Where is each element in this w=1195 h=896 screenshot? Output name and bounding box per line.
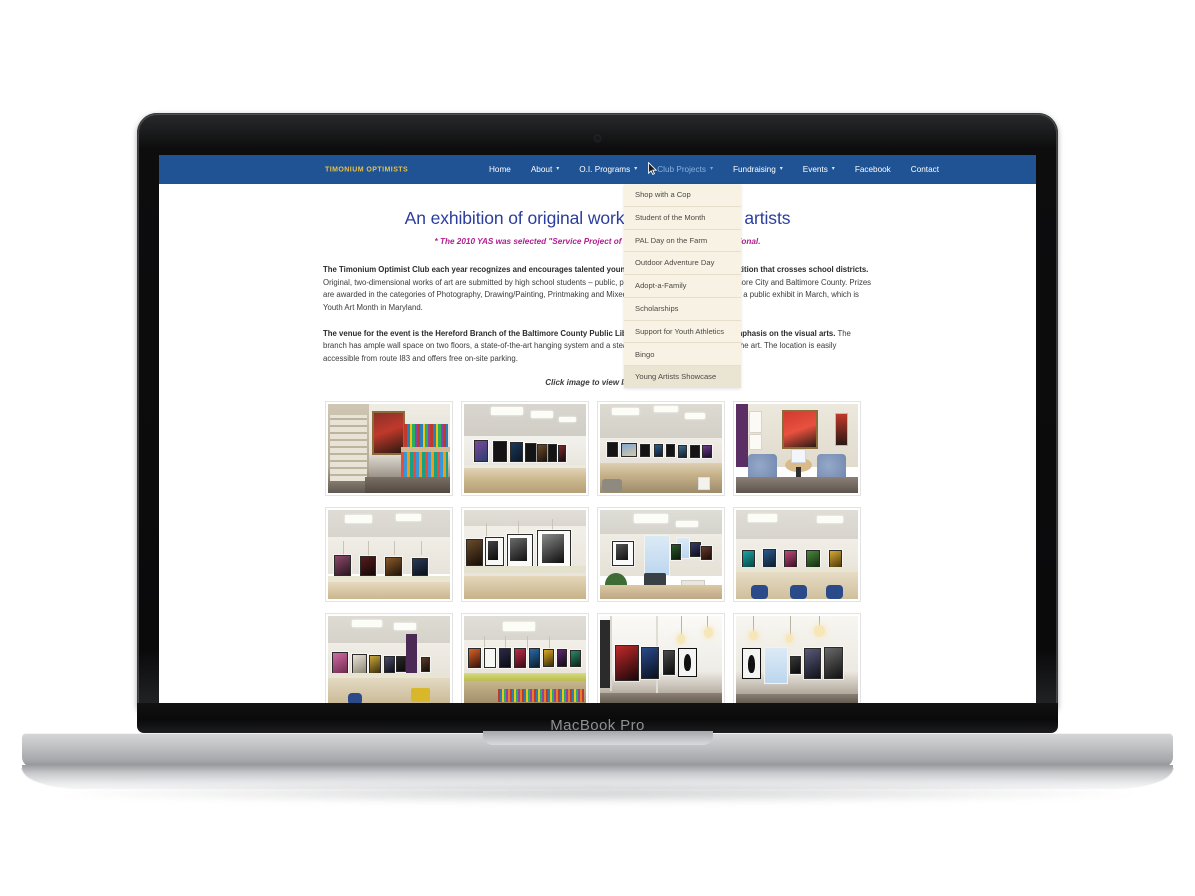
nav-item-label: Events xyxy=(802,165,828,174)
gallery-thumbnail[interactable] xyxy=(733,507,861,603)
camera-dot-icon xyxy=(595,136,600,141)
gallery-photo-thumb-7 xyxy=(600,510,722,600)
macbook-pro-mockup: TIMONIUM OPTIMISTS Home About ▾ O.I. Progra… xyxy=(0,0,1195,896)
gallery-photo-thumb-3 xyxy=(600,404,722,494)
gallery-photo-thumb-10 xyxy=(464,616,586,703)
paragraph-1-lead: The Timonium Optimist Club each year rec… xyxy=(323,265,869,274)
chevron-down-icon: ▾ xyxy=(556,165,560,172)
nav-item-home[interactable]: Home xyxy=(479,155,521,184)
nav-item-label: Contact xyxy=(910,165,939,174)
chevron-down-icon: ▾ xyxy=(831,165,835,172)
chevron-down-icon: ▾ xyxy=(634,165,638,172)
nav-item-fundraising[interactable]: Fundraising ▾ xyxy=(723,155,793,184)
gallery-thumbnail[interactable] xyxy=(325,401,453,497)
paragraph-1: The Timonium Optimist Club each year rec… xyxy=(323,264,872,315)
gallery-thumbnail[interactable] xyxy=(597,507,725,603)
paragraph-2: The venue for the event is the Hereford … xyxy=(323,328,872,366)
nav-item-contact[interactable]: Contact xyxy=(901,155,949,184)
primary-navigation: Home About ▾ O.I. Programs ▾ Club Projects ▾ Fu… xyxy=(479,155,949,184)
gallery-photo-thumb-6 xyxy=(464,510,586,600)
gallery-photo-thumb-5 xyxy=(328,510,450,600)
dropdown-item-scholarships[interactable]: Scholarships xyxy=(624,298,741,321)
page-subtitle-note: * The 2010 YAS was selected "Service Pro… xyxy=(434,237,761,246)
page-title: An exhibition of original work by high s… xyxy=(404,208,791,228)
nav-item-facebook[interactable]: Facebook xyxy=(845,155,901,184)
gallery-photo-thumb-12 xyxy=(736,616,858,703)
dropdown-item-support-for-youth-athletics[interactable]: Support for Youth Athletics xyxy=(624,321,741,344)
site-logo[interactable]: TIMONIUM OPTIMISTS xyxy=(325,166,408,173)
gallery-photo-thumb-1 xyxy=(328,404,450,494)
nav-item-label: Facebook xyxy=(854,165,891,174)
chevron-down-icon: ▾ xyxy=(709,165,713,172)
gallery-thumbnail[interactable] xyxy=(733,613,861,703)
nav-item-label: Club Projects xyxy=(657,165,706,174)
nav-item-label: Fundraising xyxy=(732,165,776,174)
dropdown-item-pal-day-on-the-farm[interactable]: PAL Day on the Farm xyxy=(624,230,741,253)
gallery-photo-thumb-8 xyxy=(736,510,858,600)
gallery-thumbnail[interactable] xyxy=(325,507,453,603)
dropdown-item-outdoor-adventure-day[interactable]: Outdoor Adventure Day xyxy=(624,252,741,276)
site-navbar: TIMONIUM OPTIMISTS Home About ▾ O.I. Progra… xyxy=(159,155,1036,184)
gallery-photo-thumb-9 xyxy=(328,616,450,703)
paragraph-1-rest: Original, two-dimensional works of art a… xyxy=(323,277,872,312)
club-projects-dropdown-menu[interactable]: Shop with a Cop Student of the Month PAL D… xyxy=(624,184,741,389)
gallery-thumbnail[interactable] xyxy=(597,613,725,703)
dropdown-item-bingo[interactable]: Bingo xyxy=(624,343,741,367)
click-image-hint: Click image to view larger... xyxy=(545,378,650,388)
laptop-base-notch xyxy=(482,731,713,745)
gallery-thumbnail[interactable] xyxy=(461,613,589,703)
gallery-photo-thumb-2 xyxy=(464,404,586,494)
nav-item-label: O.I. Programs xyxy=(579,165,631,174)
nav-item-club-projects[interactable]: Club Projects ▾ xyxy=(647,155,723,184)
gallery-photo-thumb-11 xyxy=(600,616,722,703)
chevron-down-icon: ▾ xyxy=(779,165,783,172)
gallery-thumbnail[interactable] xyxy=(461,507,589,603)
gallery-thumbnail[interactable] xyxy=(461,401,589,497)
paragraph-2-lead: The venue for the event is the Hereford … xyxy=(323,328,836,338)
dropdown-item-student-of-the-month[interactable]: Student of the Month xyxy=(624,207,741,230)
nav-item-label: Home xyxy=(489,165,511,174)
dropdown-item-adopt-a-family[interactable]: Adopt-a-Family xyxy=(624,275,741,298)
nav-item-events[interactable]: Events ▾ xyxy=(793,155,845,184)
nav-item-label: About xyxy=(530,165,553,174)
website-page: TIMONIUM OPTIMISTS Home About ▾ O.I. Progra… xyxy=(159,155,1036,703)
nav-item-about[interactable]: About ▾ xyxy=(521,155,569,184)
page-content: An exhibition of original work by high s… xyxy=(159,208,1036,703)
laptop-base xyxy=(22,731,1173,767)
article-body: The Timonium Optimist Club each year rec… xyxy=(323,264,872,365)
photo-gallery xyxy=(325,401,870,703)
laptop-drop-shadow xyxy=(60,782,1135,804)
gallery-photo-thumb-4 xyxy=(736,404,858,494)
gallery-thumbnail[interactable] xyxy=(597,401,725,497)
gallery-thumbnail[interactable] xyxy=(733,401,861,497)
nav-item-o-i-programs[interactable]: O.I. Programs ▾ xyxy=(569,155,647,184)
screen-viewport: TIMONIUM OPTIMISTS Home About ▾ O.I. Progra… xyxy=(159,155,1036,703)
laptop-chin: MacBook Pro xyxy=(137,703,1058,734)
gallery-thumbnail[interactable] xyxy=(325,613,453,703)
dropdown-item-young-artists-showcase[interactable]: Young Artists Showcase xyxy=(624,366,741,389)
dropdown-item-shop-with-a-cop[interactable]: Shop with a Cop xyxy=(624,184,741,207)
